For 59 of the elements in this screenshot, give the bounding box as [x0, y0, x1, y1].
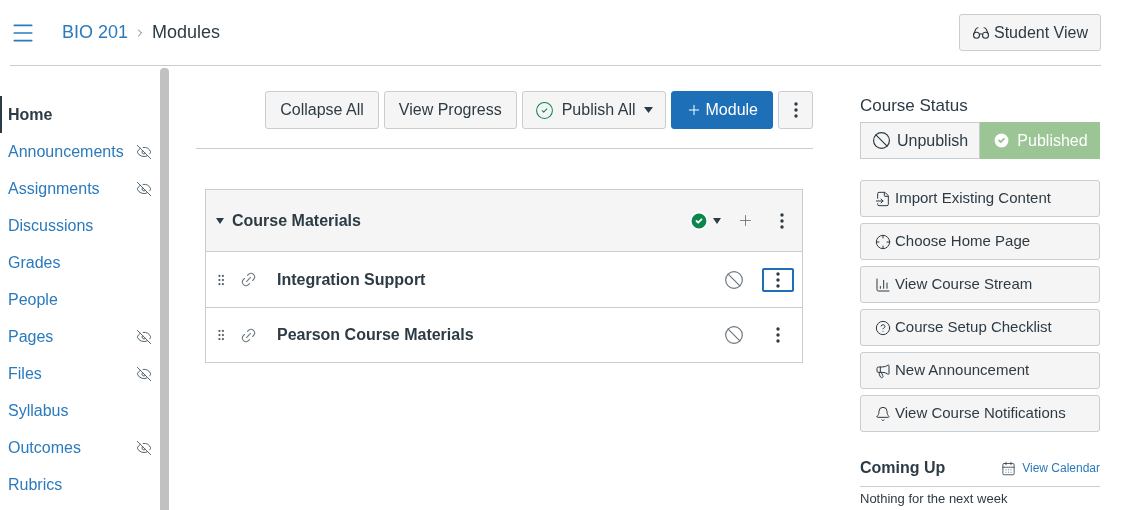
sidebar-link[interactable]: Grades — [0, 244, 160, 281]
view-calendar-link[interactable]: View Calendar — [1001, 459, 1100, 477]
add-item-icon[interactable] — [737, 212, 754, 229]
sidebar-action-button[interactable]: Choose Home Page — [860, 223, 1100, 260]
import-icon — [875, 190, 891, 207]
ban-icon — [871, 131, 891, 150]
sidebar-link[interactable]: Outcomes — [0, 429, 160, 466]
question-icon — [875, 319, 891, 336]
eye-off-icon — [136, 365, 152, 382]
eye-off-icon — [136, 180, 152, 197]
item-options-button[interactable] — [762, 267, 794, 292]
sidebar-link[interactable]: Files — [0, 355, 160, 392]
megaphone-icon — [875, 362, 891, 379]
sidebar-link[interactable]: Discussions — [0, 207, 160, 244]
kebab-icon[interactable] — [780, 212, 784, 229]
sidebar-action-button[interactable]: View Course Stream — [860, 266, 1100, 303]
sidebar-link[interactable]: People — [0, 281, 160, 318]
sidebar-action-button[interactable]: Import Existing Content — [860, 180, 1100, 217]
eye-off-icon — [136, 328, 152, 345]
caret-icon — [643, 107, 653, 113]
kebab-icon — [776, 327, 780, 343]
bar-chart-icon — [875, 276, 891, 293]
sidebar-link[interactable]: Syllabus — [0, 392, 160, 429]
check-circle-icon — [534, 100, 554, 120]
unpublished-icon[interactable] — [724, 269, 744, 290]
target-icon — [875, 233, 891, 250]
calendar-icon — [1001, 460, 1017, 476]
eye-off-icon — [136, 439, 152, 456]
more-options-button[interactable] — [778, 91, 813, 129]
student-view-button[interactable]: Student View — [959, 14, 1101, 51]
collapse-all-button[interactable]: Collapse All — [265, 91, 379, 129]
empty-message: Nothing for the next week — [860, 490, 1009, 508]
breadcrumb-link[interactable]: BIO 201 — [62, 19, 129, 46]
kebab-icon — [776, 271, 780, 288]
course-status-heading: Course Status — [860, 96, 969, 116]
unpublished-icon[interactable] — [724, 325, 744, 345]
unpublish-button[interactable]: Unpublish — [860, 122, 980, 159]
caret-icon[interactable] — [713, 217, 721, 224]
coming-up-heading: Coming Up — [860, 458, 946, 478]
add-module-button[interactable]: Module — [670, 91, 773, 129]
breadcrumb-current: Modules — [152, 21, 221, 44]
check-circle-icon — [992, 131, 1012, 150]
sidebar-action-button[interactable]: New Announcement — [860, 352, 1100, 389]
kebab-icon — [793, 102, 798, 118]
sidebar-link[interactable]: Rubrics — [0, 466, 160, 503]
view-progress-button[interactable]: View Progress — [383, 91, 517, 129]
published-check-icon[interactable] — [689, 210, 709, 231]
module-item-title[interactable]: Integration Support — [277, 267, 426, 292]
sidebar-action-button[interactable]: View Course Notifications — [860, 395, 1100, 432]
module-item-title[interactable]: Pearson Course Materials — [277, 323, 474, 347]
sidebar-link[interactable]: Pages — [0, 318, 160, 355]
sidebar-link[interactable]: Announcements — [0, 133, 160, 170]
bell-icon — [875, 405, 891, 422]
module-title: Course Materials — [232, 210, 361, 231]
sidebar-link[interactable]: Assignments — [0, 170, 160, 207]
sidebar-action-button[interactable]: Course Setup Checklist — [860, 309, 1100, 346]
eye-off-icon — [136, 143, 152, 160]
publish-all-button[interactable]: Publish All — [521, 91, 666, 129]
collapse-caret-icon[interactable] — [216, 217, 224, 224]
